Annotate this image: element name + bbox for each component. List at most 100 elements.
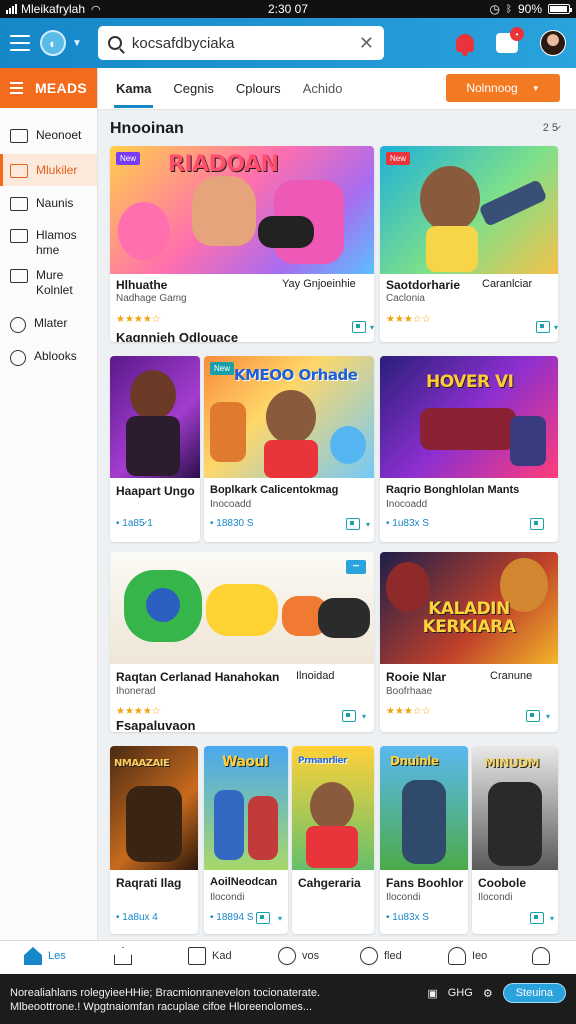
search-input[interactable]	[131, 34, 353, 52]
cast-icon[interactable]: ▣	[427, 987, 437, 1000]
game-card[interactable]: New Saotdorharie Caclonia Caranlciar ★★★…	[380, 146, 558, 342]
sidebar-item-mlater[interactable]: Mlater	[0, 316, 97, 333]
monitor-icon	[10, 197, 28, 211]
card-price: • 1a85̷ 1	[116, 518, 153, 529]
sidebar-item-neonoet[interactable]: Neonoet	[0, 128, 97, 143]
nav-home[interactable]: Les	[24, 947, 66, 965]
art-title: Dnuinle	[390, 754, 439, 768]
art-title: Waoul	[222, 754, 269, 770]
game-card[interactable]: Raqtan Cerlanad Hanahokan Ihonerad Ilnoi…	[110, 552, 374, 732]
nav-kad[interactable]: Kad	[188, 947, 232, 965]
banner-code: GHG	[447, 987, 473, 999]
sidebar-item-label: Mlater	[34, 316, 68, 330]
new-badge: New	[116, 152, 141, 165]
nav-profile[interactable]	[532, 947, 550, 965]
close-icon[interactable]: ✕	[359, 33, 374, 54]
game-card[interactable]: New RIADOAN Hlhuathe Nadhage Gamg Yay Gn…	[110, 146, 374, 342]
card-footer: Fsapaluvaon	[116, 718, 196, 732]
weapon-art	[478, 179, 548, 227]
game-card[interactable]: KALADIN KERKIARA Rooie Nlar Boofrhaae Cr…	[380, 552, 558, 732]
sort-label: Nolnnoog	[466, 81, 518, 95]
game-card[interactable]: Haapart Ungo • 1a85̷ 1	[110, 356, 200, 542]
character-art	[266, 390, 316, 444]
add-to-library-icon[interactable]	[352, 321, 366, 333]
controller-art	[258, 216, 314, 248]
add-to-library-icon[interactable]	[530, 518, 544, 530]
character-art	[214, 790, 244, 860]
star-rating: ★★★☆☆	[386, 314, 431, 325]
sort-button[interactable]: Nolnnoog ▼	[446, 74, 560, 102]
game-card[interactable]: Dnuinle Fans Boohlor Ilocondi • 1u83x S	[380, 746, 468, 934]
sidebar-item-mure[interactable]: Mure Kolnlet	[0, 268, 97, 298]
character-art	[248, 796, 278, 860]
nav-ieo[interactable]: Ieo	[448, 947, 487, 965]
character-art	[126, 416, 180, 476]
add-to-library-icon[interactable]	[256, 912, 270, 924]
sidebar-item-naunis[interactable]: Naunis	[0, 196, 97, 211]
messages-icon[interactable]: •	[496, 27, 524, 53]
chevron-down-icon: ▾	[369, 323, 374, 332]
game-card[interactable]: New KMEOO Orhade Boplkark Calicentokmag …	[204, 356, 374, 542]
sidebar-item-mlukiler[interactable]: Mlukiler	[0, 154, 97, 186]
chevron-down-icon: ▾	[361, 712, 366, 721]
profile-icon	[532, 947, 550, 965]
gamepad-yellow-icon	[206, 584, 278, 636]
add-to-library-icon[interactable]	[526, 710, 540, 722]
sidebar-item-label: Neonoet	[36, 128, 82, 142]
card-title: AoilNeodcan	[210, 876, 278, 888]
document-icon	[10, 129, 28, 143]
game-card[interactable]: MINUDM Coobole Ilocondi ▾	[472, 746, 558, 934]
alarm-icon: ◷	[489, 2, 500, 16]
character-art	[210, 402, 246, 462]
circle-icon	[360, 947, 378, 965]
add-to-library-icon[interactable]	[346, 518, 360, 530]
notification-icon[interactable]	[456, 34, 474, 56]
user-icon	[448, 947, 466, 965]
avatar[interactable]	[540, 30, 566, 56]
accept-button[interactable]: Steuina	[502, 983, 566, 1003]
cart-icon	[10, 163, 28, 178]
character-art	[264, 440, 318, 478]
game-thumbnail	[110, 552, 374, 664]
add-to-library-icon[interactable]	[530, 912, 544, 924]
tab-cplours[interactable]: Cplours	[236, 68, 281, 110]
card-title: Saotdorharie	[386, 278, 461, 292]
settings-icon[interactable]: ⚙	[483, 987, 493, 1000]
sidebar-item-label: Naunis	[36, 196, 74, 210]
nav-fled[interactable]: fled	[360, 947, 402, 965]
section-title: Hnooinan	[110, 120, 184, 137]
game-thumbnail: Dnuinle	[380, 746, 468, 870]
add-to-library-icon[interactable]	[342, 710, 356, 722]
sidebar-item-ablooks[interactable]: Ablooks	[0, 349, 97, 366]
nav-vos[interactable]: vos	[278, 947, 319, 965]
chat-icon	[188, 947, 206, 965]
app-logo[interactable]: ◐	[40, 30, 66, 56]
nav-store[interactable]	[114, 947, 132, 965]
game-thumbnail: HOVER VI	[380, 356, 558, 478]
card-price: • 18830 S	[210, 518, 254, 529]
card-title: Raqrio Bonghlolan Mants	[386, 484, 520, 496]
game-card[interactable]: HOVER VI Raqrio Bonghlolan Mants Inocoad…	[380, 356, 558, 542]
add-to-library-icon[interactable]	[536, 321, 550, 333]
card-title: Haapart Ungo	[116, 484, 195, 498]
tab-achido[interactable]: Achido	[303, 68, 343, 110]
bottom-nav: Les Kad vos fled Ieo	[0, 940, 576, 974]
card-subtitle: Inocoadd	[210, 499, 252, 510]
game-card[interactable]: Waoul AoilNeodcan Ilocondi • 18894 S ▾	[204, 746, 288, 934]
game-card[interactable]: NMAAZAIE Raqrati Ilag • 1a8ux 4	[110, 746, 198, 934]
star-rating: ★★★★☆	[116, 314, 161, 325]
sidebar-item-label: Hlamos hme	[36, 228, 77, 257]
card-title: Raqtan Cerlanad Hanahokan	[116, 670, 280, 684]
camera-lens-art	[146, 588, 180, 622]
chevron-down-icon[interactable]: ▼	[72, 38, 82, 49]
sidebar-item-hlamos[interactable]: Hlamos hme	[0, 228, 97, 258]
sidebar-item-label: Mlukiler	[36, 162, 78, 177]
game-card[interactable]: Prmanrlier Cahgeraria	[292, 746, 374, 934]
tab-cegnis[interactable]: Cegnis	[173, 68, 213, 110]
weapon-art	[420, 408, 516, 450]
character-art	[510, 416, 546, 466]
sidebar-header[interactable]: MEADS	[0, 68, 97, 108]
menu-icon	[10, 82, 23, 94]
tab-kama[interactable]: Kama	[113, 68, 154, 110]
hamburger-menu-icon[interactable]	[10, 35, 30, 51]
